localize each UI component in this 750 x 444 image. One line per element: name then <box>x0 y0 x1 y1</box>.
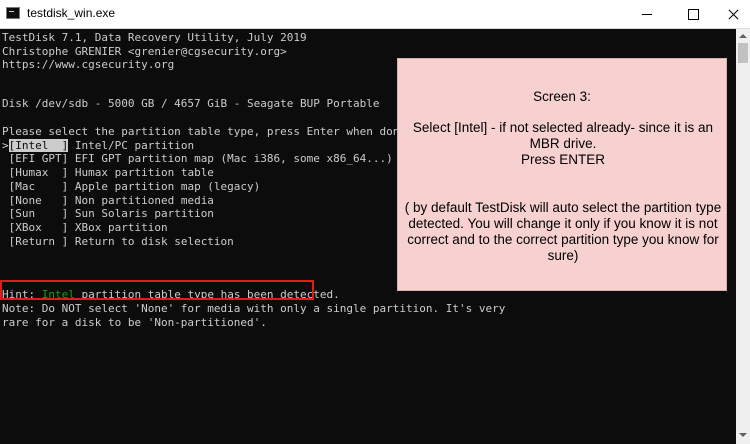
option-desc: Sun Solaris partition <box>74 207 214 221</box>
option-key: [EFI GPT] <box>8 152 69 166</box>
option-efi-gpt[interactable]: [EFI GPT] EFI GPT partition map (Mac i38… <box>2 152 393 166</box>
option-key-selected: [Intel ] <box>8 138 69 152</box>
option-desc: Return to disk selection <box>74 234 234 248</box>
option-xbox[interactable]: [XBox ] XBox partition <box>2 221 168 235</box>
disk-line: Disk /dev/sdb - 5000 GB / 4657 GiB - Sea… <box>2 97 380 110</box>
scroll-up-arrow-icon[interactable] <box>739 34 747 38</box>
header-line: Christophe GRENIER <grenier@cgsecurity.o… <box>2 44 287 58</box>
option-sun[interactable]: [Sun ] Sun Solaris partition <box>2 207 214 221</box>
note-line: rare for a disk to be 'Non-partitioned'. <box>2 316 267 329</box>
window-title: testdisk_win.exe <box>27 6 116 20</box>
header-line: https://www.cgsecurity.org <box>2 58 175 72</box>
hint-highlight-box <box>0 280 314 300</box>
option-desc: Apple partition map (legacy) <box>74 179 261 193</box>
prompt-line: Please select the partition table type, … <box>2 125 413 138</box>
option-key: [Sun ] <box>8 207 69 221</box>
note-line: Note: Do NOT select 'None' for media wit… <box>2 302 506 316</box>
annotation-title: Screen 3: <box>533 89 591 104</box>
option-intel[interactable]: >[Intel ] Intel/PC partition <box>2 138 195 153</box>
option-humax[interactable]: [Humax ] Humax partition table <box>2 166 214 180</box>
maximize-icon <box>687 8 699 20</box>
minimize-icon <box>642 13 652 15</box>
option-key: [Mac ] <box>8 179 69 193</box>
scroll-thumb[interactable] <box>738 43 748 63</box>
option-key: [None ] <box>8 193 69 207</box>
annotation-instruction: Select [Intel] - if not selected already… <box>412 120 714 167</box>
maximize-button[interactable] <box>670 0 716 28</box>
annotation-explanation: ( by default TestDisk will auto select t… <box>404 200 722 263</box>
option-desc: XBox partition <box>74 220 168 234</box>
option-return[interactable]: [Return ] Return to disk selection <box>2 235 234 249</box>
window-titlebar[interactable]: testdisk_win.exe <box>0 0 750 29</box>
option-desc: Intel/PC partition <box>74 138 195 152</box>
console-icon <box>6 7 20 19</box>
option-mac[interactable]: [Mac ] Apple partition map (legacy) <box>2 179 261 194</box>
vertical-scrollbar[interactable] <box>736 29 750 444</box>
close-icon <box>728 9 739 20</box>
option-key: [XBox ] <box>8 220 69 234</box>
selection-marker: > <box>2 138 9 152</box>
minimize-button[interactable] <box>624 0 670 28</box>
annotation-callout: Screen 3: Select [Intel] - if not select… <box>397 58 727 291</box>
option-none[interactable]: [None ] Non partitioned media <box>2 194 214 208</box>
option-desc: EFI GPT partition map (Mac i386, some x8… <box>74 152 393 166</box>
option-desc: Humax partition table <box>74 166 214 180</box>
header-line: TestDisk 7.1, Data Recovery Utility, Jul… <box>2 31 307 44</box>
option-key: [Humax ] <box>8 166 69 180</box>
scroll-down-arrow-icon[interactable] <box>739 433 747 437</box>
option-desc: Non partitioned media <box>74 193 214 207</box>
option-key: [Return ] <box>8 234 69 248</box>
close-button[interactable] <box>716 0 750 28</box>
